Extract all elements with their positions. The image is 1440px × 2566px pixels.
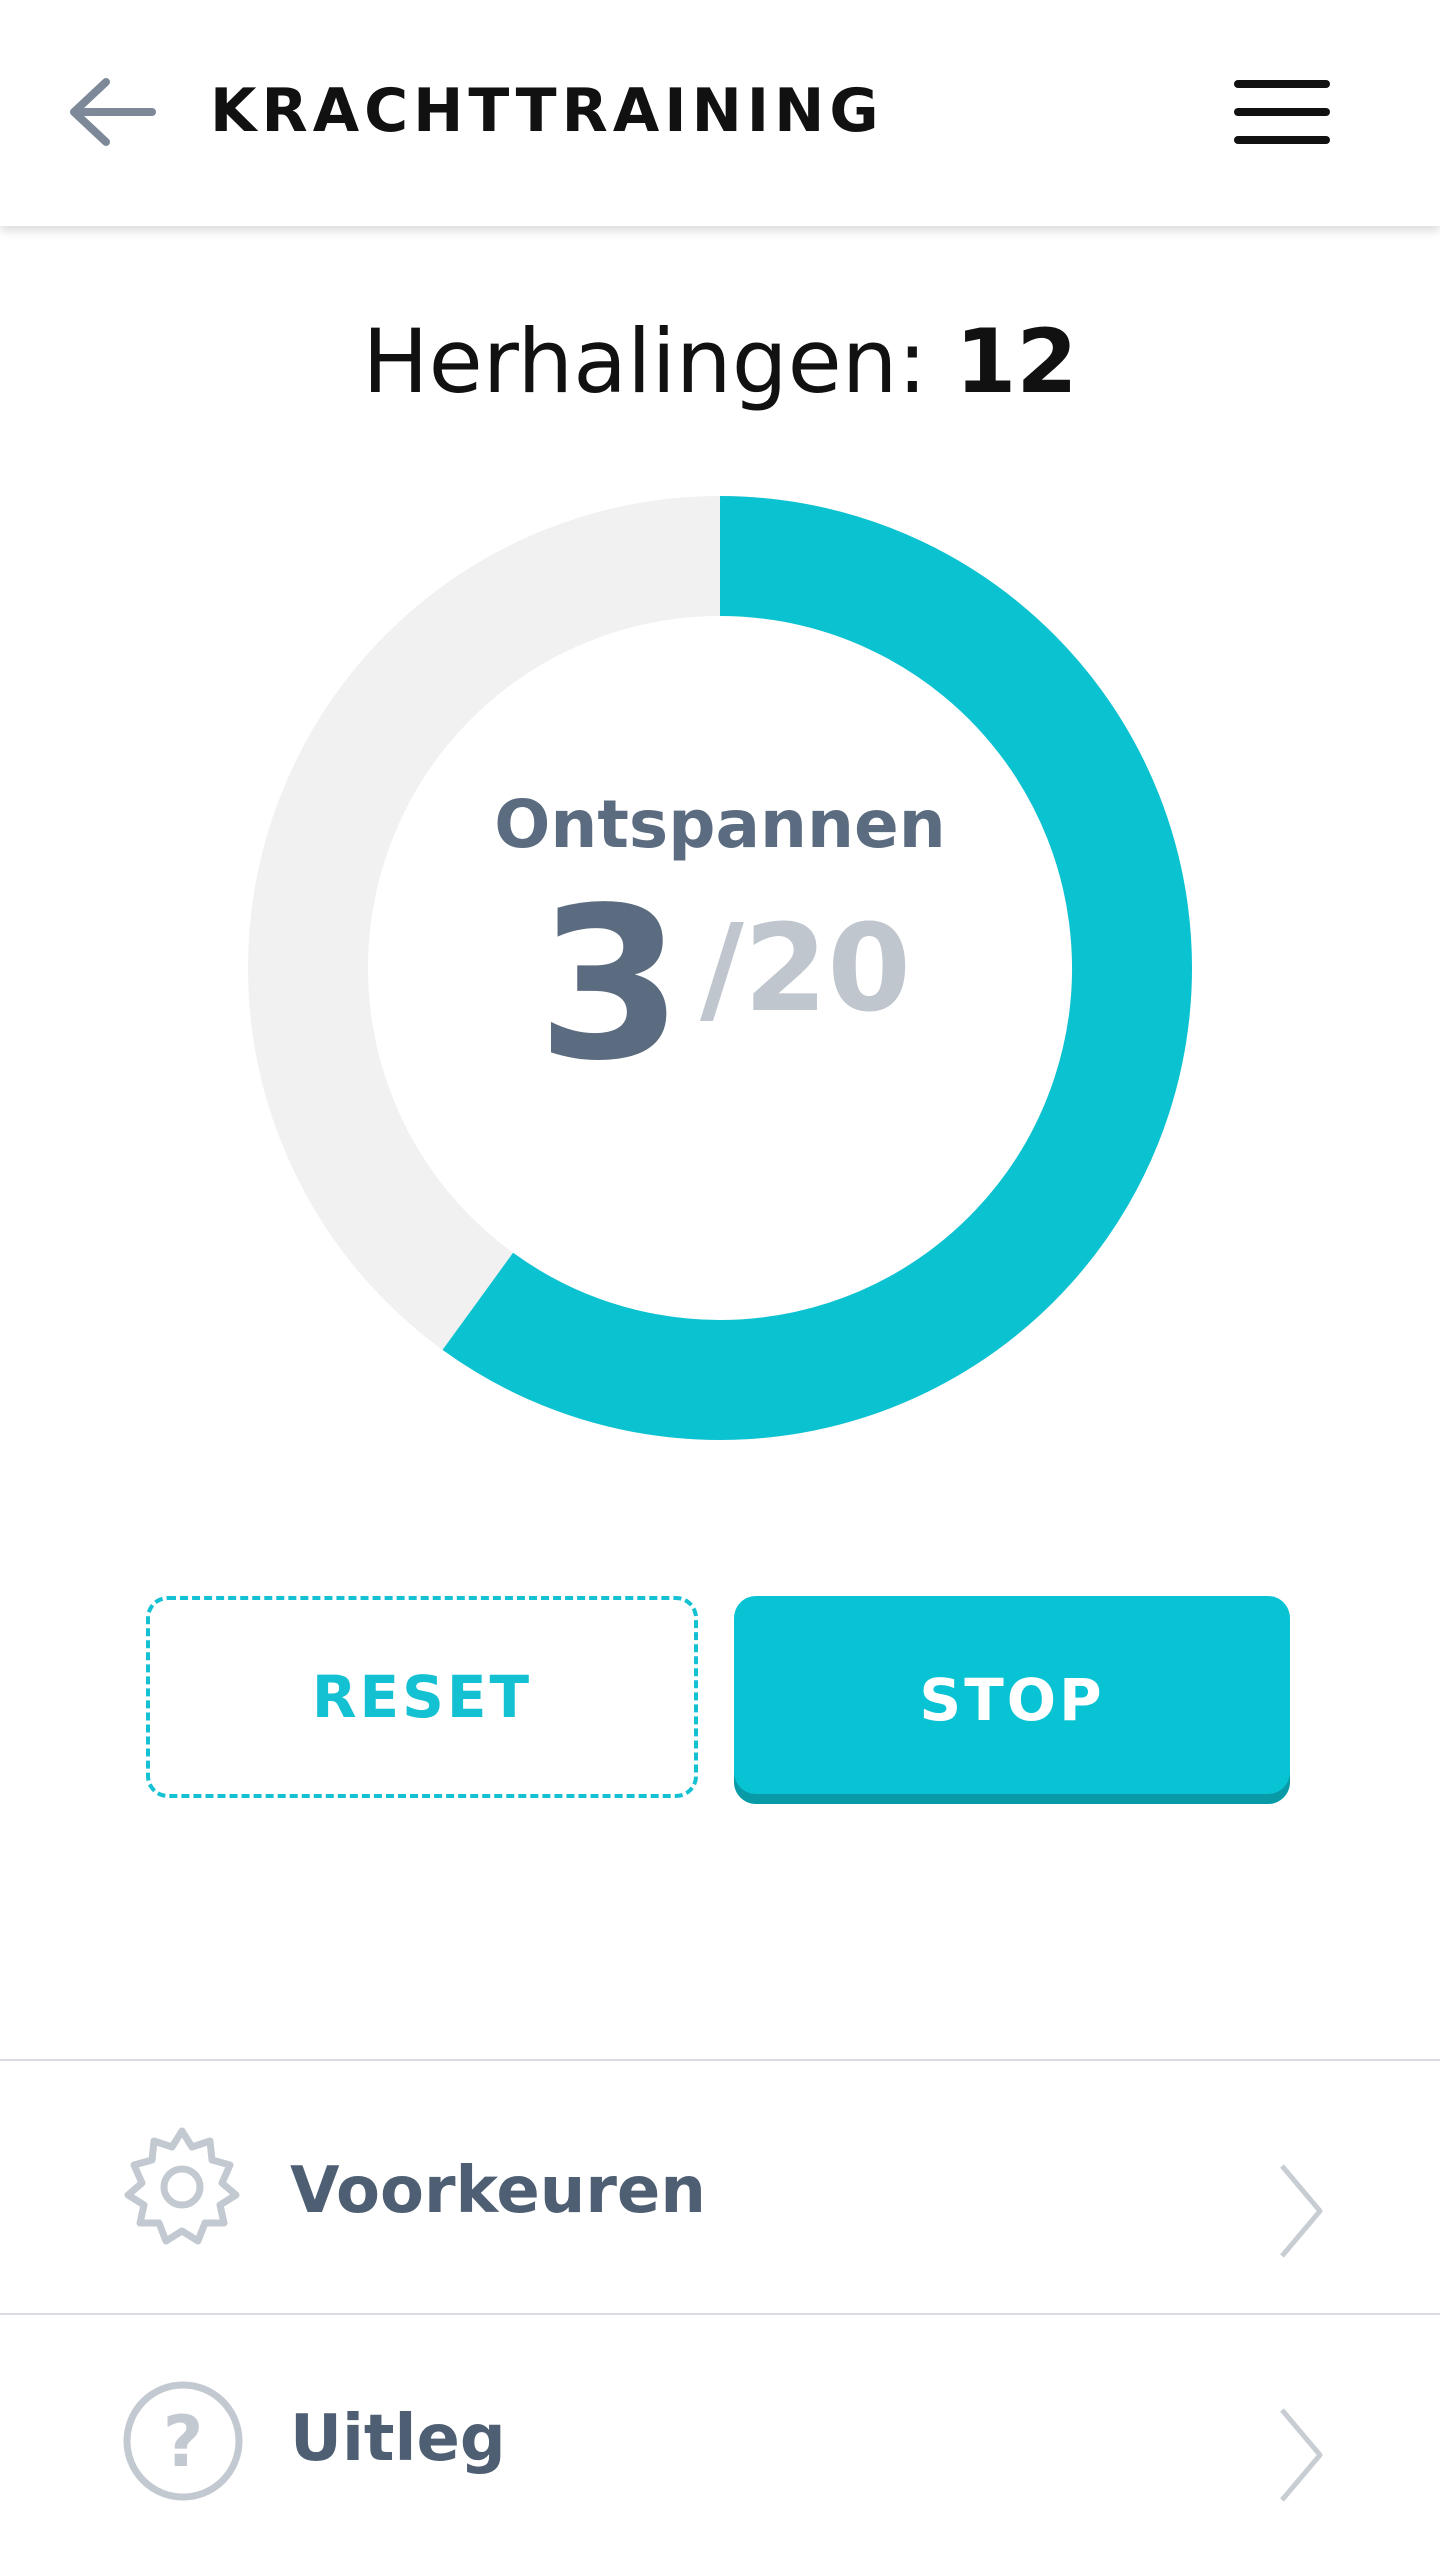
stop-button[interactable]: STOP xyxy=(734,1596,1290,1804)
gear-icon xyxy=(124,2127,240,2245)
chevron-right-icon xyxy=(1280,2164,1323,2258)
phase-label: Ontspannen xyxy=(494,786,946,863)
menu-item-uitleg[interactable]: ? Uitleg xyxy=(0,2316,1440,2566)
page-title: KRACHTTRAINING xyxy=(210,76,884,146)
divider xyxy=(0,2313,1440,2315)
svg-text:?: ? xyxy=(163,2401,204,2483)
back-button[interactable] xyxy=(62,70,162,154)
menu-item-label: Uitleg xyxy=(290,2402,506,2476)
current-count: 3 xyxy=(536,862,684,1107)
divider xyxy=(0,2059,1440,2061)
reset-button[interactable]: RESET xyxy=(146,1596,698,1798)
chevron-right-icon xyxy=(1280,2408,1323,2502)
menu-item-label: Voorkeuren xyxy=(290,2154,706,2228)
top-bar: KRACHTTRAINING xyxy=(0,0,1440,226)
arrow-left-icon xyxy=(70,78,156,146)
menu-button[interactable] xyxy=(1224,70,1334,154)
question-circle-icon: ? xyxy=(123,2381,243,2501)
menu-item-voorkeuren[interactable]: Voorkeuren xyxy=(0,2062,1440,2312)
total-count: /20 xyxy=(700,900,911,1039)
